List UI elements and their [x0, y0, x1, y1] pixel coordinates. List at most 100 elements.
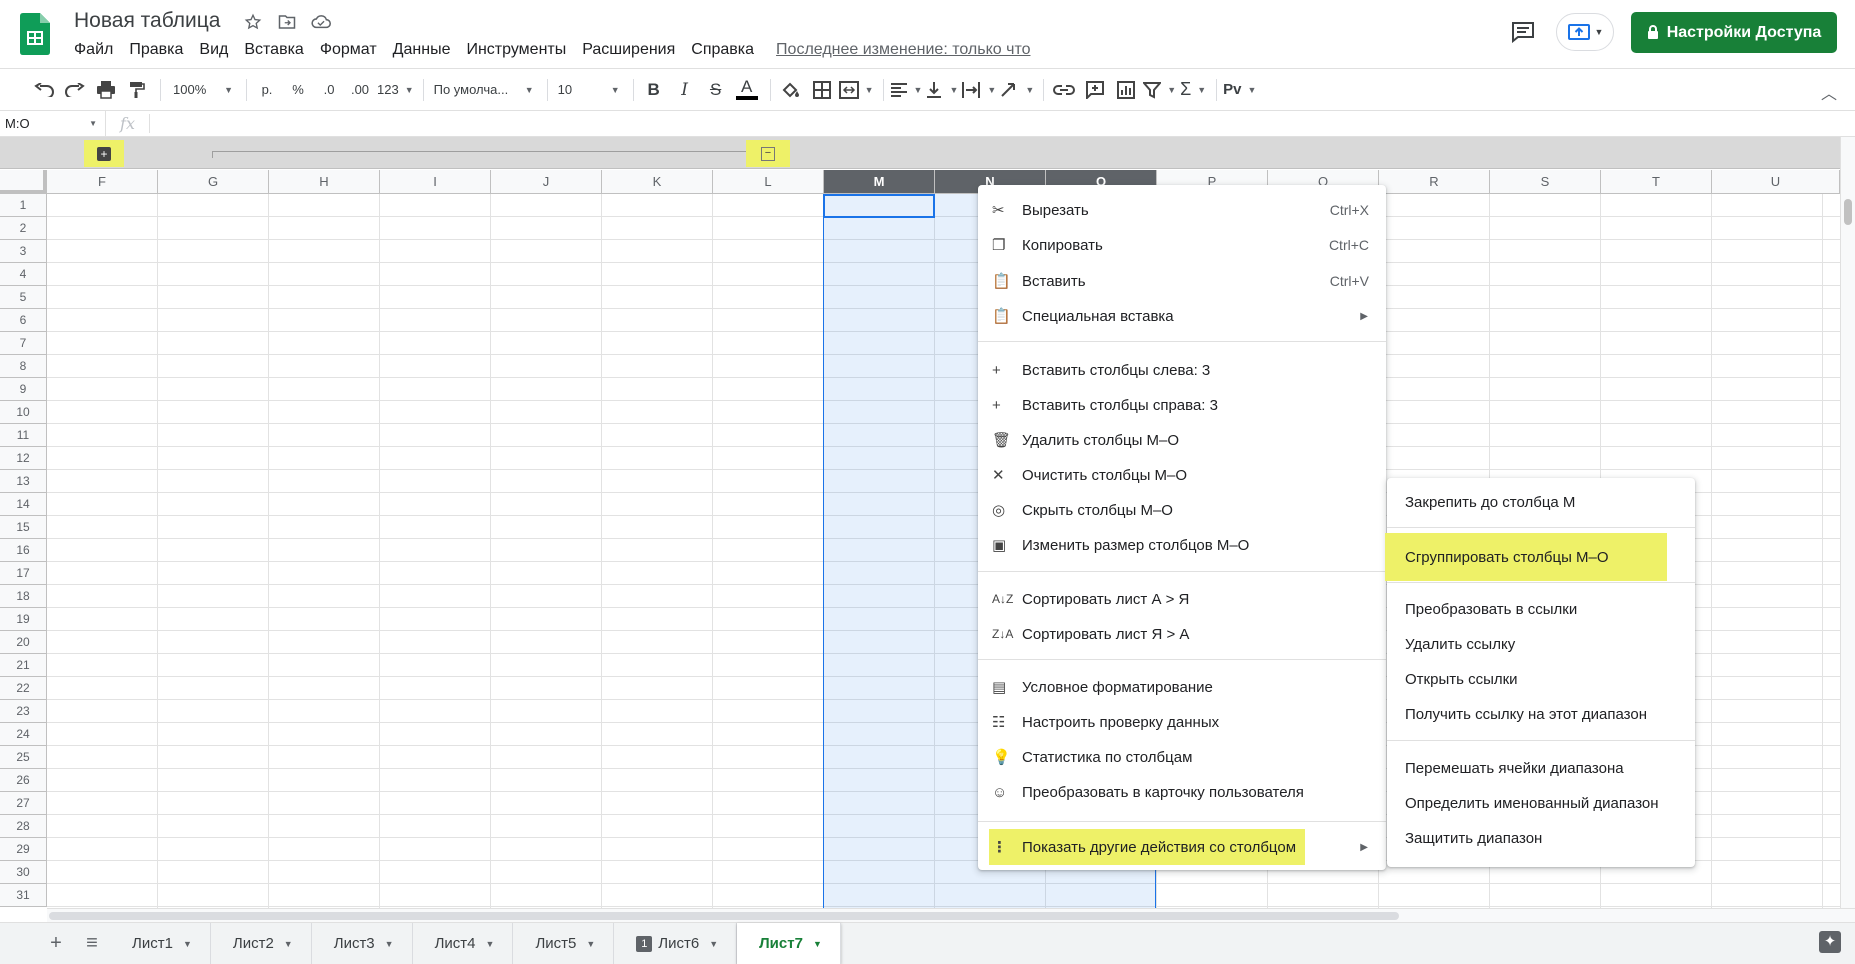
undo-icon[interactable] [30, 75, 58, 105]
text-wrap-icon[interactable]: ▼ [961, 75, 996, 105]
row-header-2[interactable]: 2 [0, 217, 47, 240]
column-header-l[interactable]: L [713, 170, 824, 194]
column-header-r[interactable]: R [1379, 170, 1490, 194]
vertical-scrollbar[interactable] [1840, 137, 1855, 908]
bold-button[interactable]: B [640, 75, 668, 105]
sheet-tab-5[interactable]: Лист5 ▼ [513, 923, 615, 964]
row-header-6[interactable]: 6 [0, 309, 47, 332]
last-edit-link[interactable]: Последнее изменение: только что [776, 41, 1030, 59]
menu-item-resize-columns[interactable]: ▣ Изменить размер столбцов M–O [978, 529, 1386, 561]
row-header-16[interactable]: 16 [0, 539, 47, 562]
menu-item-conditional-format[interactable]: ▤ Условное форматирование [978, 671, 1386, 703]
chevron-down-icon[interactable]: ▼ [813, 939, 822, 949]
column-header-m[interactable]: M [824, 170, 935, 194]
column-header-h[interactable]: H [269, 170, 380, 194]
row-header-9[interactable]: 9 [0, 378, 47, 401]
row-header-28[interactable]: 28 [0, 815, 47, 838]
row-header-29[interactable]: 29 [0, 838, 47, 861]
filter-icon[interactable]: ▼ [1143, 75, 1176, 105]
submenu-item-freeze[interactable]: Закрепить до столбца M [1387, 486, 1695, 518]
menu-item-insert-right[interactable]: + Вставить столбцы справа: 3 [978, 389, 1386, 421]
menu-view[interactable]: Вид [199, 41, 228, 59]
decrease-decimal-button[interactable]: .0 [315, 75, 343, 105]
submenu-item-randomize[interactable]: Перемешать ячейки диапазона [1387, 752, 1695, 784]
column-header-t[interactable]: T [1601, 170, 1712, 194]
row-header-31[interactable]: 31 [0, 884, 47, 907]
sheet-tab-3[interactable]: Лист3 ▼ [312, 923, 413, 964]
menu-item-copy[interactable]: ❐ Копировать Ctrl+C [978, 229, 1386, 261]
row-header-10[interactable]: 10 [0, 401, 47, 424]
menu-item-hide-columns[interactable]: ◎ Скрыть столбцы M–O [978, 494, 1386, 526]
menu-item-sort-asc[interactable]: A↓Z Сортировать лист А > Я [978, 583, 1386, 615]
insert-comment-icon[interactable] [1081, 75, 1109, 105]
column-header-u[interactable]: U [1712, 170, 1840, 194]
row-header-11[interactable]: 11 [0, 424, 47, 447]
menu-tools[interactable]: Инструменты [466, 41, 566, 59]
horizontal-align-icon[interactable]: ▼ [890, 75, 922, 105]
chevron-down-icon[interactable]: ▼ [586, 939, 595, 949]
sheet-tab-1[interactable]: Лист1 ▼ [110, 923, 211, 964]
sheet-tab-4[interactable]: Лист4 ▼ [413, 923, 514, 964]
row-header-24[interactable]: 24 [0, 723, 47, 746]
menu-edit[interactable]: Правка [129, 41, 183, 59]
column-header-f[interactable]: F [47, 170, 158, 194]
menu-insert[interactable]: Вставка [244, 41, 303, 59]
row-header-20[interactable]: 20 [0, 631, 47, 654]
format-currency-button[interactable]: р. [253, 75, 281, 105]
strikethrough-button[interactable]: S [702, 75, 730, 105]
scroll-thumb[interactable] [1844, 199, 1852, 225]
borders-icon[interactable] [808, 75, 836, 105]
menu-extensions[interactable]: Расширения [582, 41, 675, 59]
row-header-22[interactable]: 22 [0, 677, 47, 700]
column-header-g[interactable]: G [158, 170, 269, 194]
row-header-4[interactable]: 4 [0, 263, 47, 286]
chevron-down-icon[interactable]: ▼ [183, 939, 192, 949]
row-header-30[interactable]: 30 [0, 861, 47, 884]
menu-item-paste-special[interactable]: 📋 Специальная вставка ▶ [978, 300, 1386, 332]
italic-button[interactable]: I [671, 75, 699, 105]
row-header-5[interactable]: 5 [0, 286, 47, 309]
insert-link-icon[interactable] [1050, 75, 1078, 105]
fill-color-icon[interactable] [777, 75, 805, 105]
row-header-21[interactable]: 21 [0, 654, 47, 677]
row-header-3[interactable]: 3 [0, 240, 47, 263]
zoom-select[interactable]: 100% ▼ [167, 75, 237, 105]
horizontal-scrollbar[interactable] [47, 908, 1855, 922]
menu-item-insert-left[interactable]: + Вставить столбцы слева: 3 [978, 354, 1386, 386]
row-header-7[interactable]: 7 [0, 332, 47, 355]
format-percent-button[interactable]: % [284, 75, 312, 105]
column-header-i[interactable]: I [380, 170, 491, 194]
chevron-down-icon[interactable]: ▼ [486, 939, 495, 949]
collapse-group-button[interactable]: − [746, 140, 790, 167]
menu-item-people-chip[interactable]: ☺ Преобразовать в карточку пользователя [978, 776, 1386, 808]
menu-file[interactable]: Файл [74, 41, 113, 59]
menu-item-paste[interactable]: 📋 Вставить Ctrl+V [978, 265, 1386, 297]
submenu-item-remove-link[interactable]: Удалить ссылку [1387, 628, 1695, 660]
menu-item-data-validation[interactable]: ☷ Настроить проверку данных [978, 706, 1386, 738]
font-size-select[interactable]: 10 ▼ [554, 75, 624, 105]
sheet-tab-7[interactable]: Лист7 ▼ [737, 923, 841, 964]
column-header-s[interactable]: S [1490, 170, 1601, 194]
menu-item-cut[interactable]: ✂ Вырезать Ctrl+X [978, 194, 1386, 226]
row-header-19[interactable]: 19 [0, 608, 47, 631]
more-formats-button[interactable]: 123 ▼ [377, 75, 414, 105]
formula-input[interactable] [150, 111, 1855, 136]
row-header-13[interactable]: 13 [0, 470, 47, 493]
name-box[interactable]: M:O ▼ [0, 111, 106, 136]
sheets-logo-icon[interactable] [20, 13, 50, 55]
paint-format-icon[interactable] [123, 75, 151, 105]
menu-help[interactable]: Справка [691, 41, 754, 59]
share-button[interactable]: Настройки Доступа [1631, 12, 1837, 53]
functions-icon[interactable]: Σ ▼ [1179, 75, 1207, 105]
submenu-item-get-range-link[interactable]: Получить ссылку на этот диапазон [1387, 698, 1695, 730]
submenu-item-protect-range[interactable]: Защитить диапазон [1387, 822, 1695, 854]
row-header-8[interactable]: 8 [0, 355, 47, 378]
column-header-k[interactable]: K [602, 170, 713, 194]
submenu-item-open-links[interactable]: Открыть ссылки [1387, 663, 1695, 695]
row-header-17[interactable]: 17 [0, 562, 47, 585]
increase-decimal-button[interactable]: .00 [346, 75, 374, 105]
text-color-button[interactable]: A [733, 75, 761, 105]
row-header-26[interactable]: 26 [0, 769, 47, 792]
submenu-item-group-columns[interactable]: Сгруппировать столбцы M–O [1387, 541, 1695, 573]
comment-history-icon[interactable] [1508, 18, 1538, 46]
